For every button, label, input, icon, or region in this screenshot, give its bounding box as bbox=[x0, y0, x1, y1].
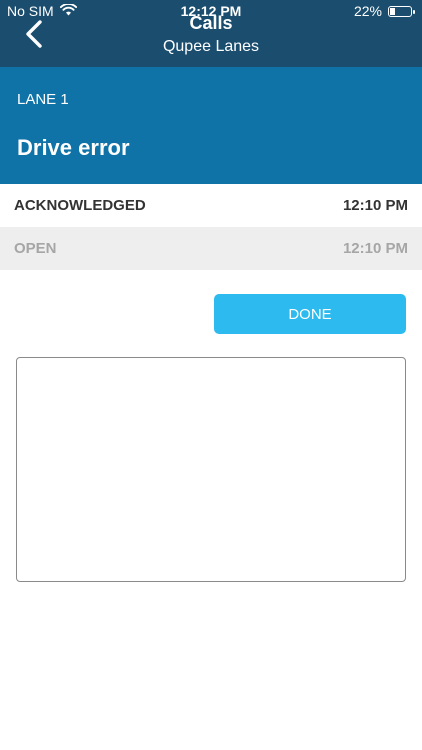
status-row-open: OPEN 12:10 PM bbox=[0, 227, 422, 270]
status-time: 12:10 PM bbox=[342, 197, 408, 214]
status-time: 12:10 PM bbox=[342, 240, 408, 257]
status-label: OPEN bbox=[14, 240, 57, 257]
status-label: ACKNOWLEDGED bbox=[14, 197, 146, 214]
lane-label: LANE 1 bbox=[17, 91, 69, 108]
page-subtitle: Qupee Lanes bbox=[162, 38, 260, 55]
notes-input[interactable] bbox=[16, 357, 406, 582]
navigation-bar: No SIM 12:12 PM 22% Calls Qupee Lanes bbox=[0, 0, 422, 67]
lane-header: LANE 1 Drive error bbox=[0, 67, 422, 184]
status-row-acknowledged: ACKNOWLEDGED 12:10 PM bbox=[0, 184, 422, 227]
page-title: Calls bbox=[189, 13, 233, 33]
call-title: Drive error bbox=[17, 135, 130, 160]
done-button[interactable]: DONE bbox=[214, 294, 406, 334]
